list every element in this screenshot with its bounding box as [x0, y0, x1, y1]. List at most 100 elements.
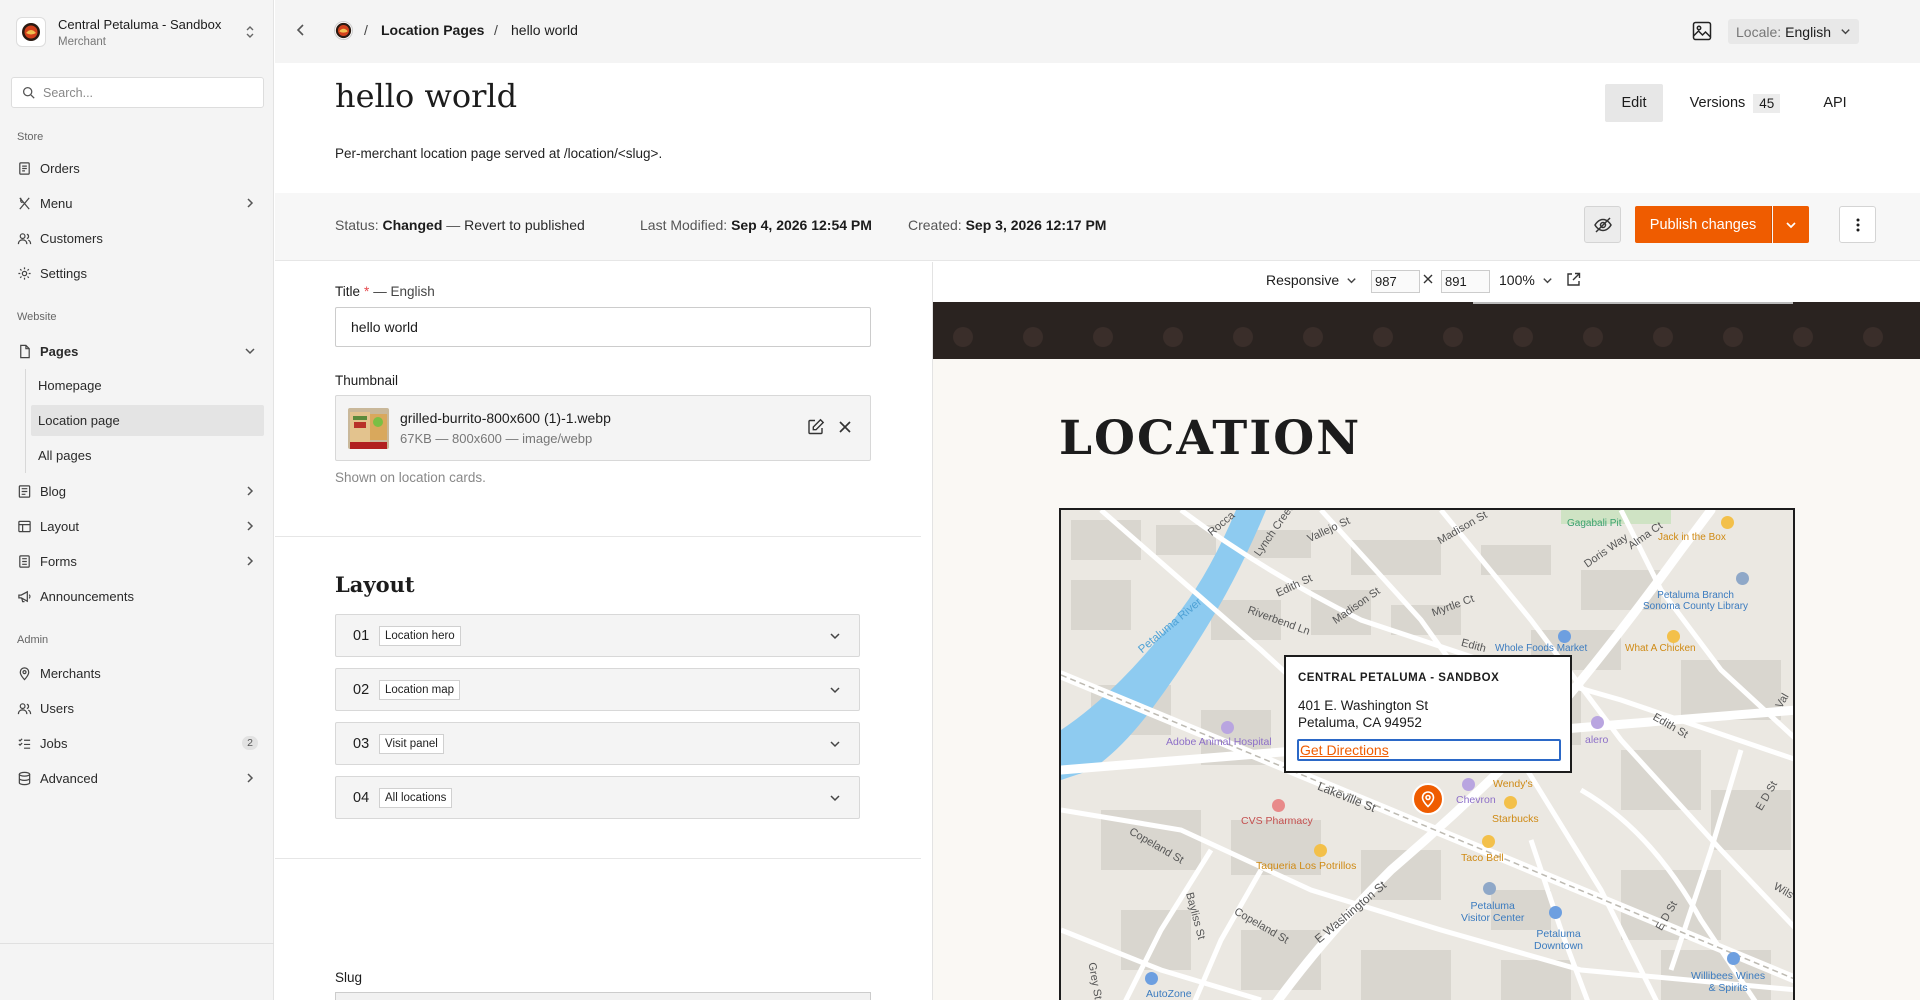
times-icon	[1423, 274, 1433, 284]
poi-marker	[1591, 716, 1604, 729]
title-input[interactable]	[335, 307, 871, 347]
sidebar-item-merchants[interactable]: Merchants	[17, 658, 264, 688]
page-title: hello world	[335, 77, 518, 115]
poi-marker	[1145, 972, 1158, 985]
viewport-value: Responsive	[1266, 272, 1340, 288]
viewport-select[interactable]: Responsive	[1266, 272, 1358, 288]
map-label: Gagabali Pit	[1567, 518, 1622, 529]
sidebar-item-customers[interactable]: Customers	[17, 223, 264, 253]
locale-label: Locale:	[1736, 23, 1782, 40]
sidebar-item-orders[interactable]: Orders	[17, 153, 264, 183]
layout-block-row[interactable]: 02 Location map	[335, 668, 860, 711]
sidebar-item-label: Advanced	[40, 770, 98, 786]
sidebar-item-label: Jobs	[40, 735, 68, 751]
file-icon	[20, 344, 30, 358]
thumbnail-filename: grilled-burrito-800x600 (1)-1.webp	[400, 410, 611, 426]
map-label: Willibees Wines & Spirits	[1691, 970, 1766, 994]
status-bar: Status: Changed — Revert to published La…	[275, 193, 1920, 261]
list-checks-icon	[18, 737, 31, 749]
block-number: 01	[353, 627, 370, 644]
poi-marker	[1504, 796, 1517, 809]
sidebar-item-location-page[interactable]: Location page	[31, 405, 264, 436]
title-field-label: Title * — English	[335, 284, 435, 299]
zoom-select[interactable]: 100%	[1499, 272, 1554, 288]
image-icon[interactable]	[1691, 20, 1713, 42]
more-actions-button[interactable]	[1839, 206, 1876, 243]
poi-marker	[1736, 572, 1749, 585]
sidebar-item-jobs[interactable]: Jobs 2	[17, 728, 264, 758]
sidebar-item-layout[interactable]: Layout	[17, 511, 264, 541]
store-switcher[interactable]: Central Petaluma - Sandbox Merchant	[16, 14, 258, 50]
sidebar-item-blog[interactable]: Blog	[17, 476, 264, 506]
block-number: 03	[353, 735, 370, 752]
preview-toggle-button[interactable]	[1584, 206, 1621, 243]
sidebar-item-settings[interactable]: Settings	[17, 258, 264, 288]
poi-marker	[1462, 778, 1475, 791]
viewport-height-input[interactable]	[1441, 270, 1490, 293]
close-icon[interactable]	[837, 419, 853, 435]
layout-icon	[18, 520, 31, 532]
map-label: Chevron	[1456, 794, 1496, 806]
publish-options-button[interactable]	[1773, 206, 1809, 243]
back-arrow-icon[interactable]	[293, 22, 309, 38]
sidebar-item-pages[interactable]: Pages	[17, 336, 264, 366]
revert-link[interactable]: Revert to published	[464, 217, 585, 233]
sidebar-item-label: Blog	[40, 483, 67, 499]
block-number: 02	[353, 681, 370, 698]
map-pin-icon	[1421, 791, 1435, 808]
edit-icon[interactable]	[807, 418, 825, 436]
utensils-icon	[19, 196, 30, 210]
viewport-width-input[interactable]	[1371, 270, 1420, 293]
publish-changes-button[interactable]: Publish changes	[1635, 206, 1772, 243]
block-name: All locations	[379, 787, 453, 808]
poi-marker	[1727, 952, 1740, 965]
sidebar-item-users[interactable]: Users	[17, 693, 264, 723]
slug-input[interactable]	[335, 992, 871, 1000]
created-label: Created:	[908, 217, 962, 233]
store-logo	[16, 17, 46, 47]
popup-address-line2: Petaluma, CA 94952	[1298, 715, 1422, 730]
breadcrumb-separator: /	[494, 22, 498, 38]
map-label: Wendy's	[1493, 778, 1533, 790]
tab-edit[interactable]: Edit	[1605, 84, 1663, 122]
get-directions-link[interactable]: Get Directions	[1297, 739, 1561, 761]
sidebar-item-forms[interactable]: Forms	[17, 546, 264, 576]
site-header-band	[933, 302, 1920, 359]
eye-off-icon	[1593, 216, 1612, 233]
last-modified: Last Modified: Sep 4, 2026 12:54 PM	[640, 217, 872, 233]
store-map-pin[interactable]	[1412, 783, 1444, 815]
block-number: 04	[353, 789, 370, 806]
sidebar-item-all-pages[interactable]: All pages	[31, 440, 264, 471]
search-box[interactable]	[11, 77, 264, 108]
sidebar-item-label: Pages	[40, 343, 79, 359]
created-value: Sep 3, 2026 12:17 PM	[965, 217, 1107, 233]
sidebar-item-label: Announcements	[40, 588, 134, 604]
more-vertical-icon	[1856, 218, 1859, 231]
sidebar-item-homepage[interactable]: Homepage	[31, 370, 264, 401]
sidebar-item-announcements[interactable]: Announcements	[17, 581, 264, 611]
poi-marker	[1482, 835, 1495, 848]
subnav-line	[25, 369, 26, 473]
tab-api[interactable]: API	[1819, 84, 1851, 122]
title-label: Title	[335, 284, 361, 299]
poi-marker	[1667, 630, 1680, 643]
chevron-right-icon	[247, 521, 254, 531]
location-map[interactable]: Rocca Lynch Creek Vallejo St Madison St …	[1059, 508, 1795, 1000]
preview-pane: Responsive 100% LOCATION	[933, 262, 1920, 1000]
layout-block-row[interactable]: 01 Location hero	[335, 614, 860, 657]
locale-select[interactable]: Locale: English	[1728, 19, 1859, 44]
sidebar-item-advanced[interactable]: Advanced	[17, 763, 264, 793]
layout-block-row[interactable]: 03 Visit panel	[335, 722, 860, 765]
section-label-admin: Admin	[17, 634, 49, 646]
breadcrumb-current: hello world	[511, 22, 578, 38]
breadcrumb-store-logo[interactable]	[334, 21, 353, 40]
sidebar: Central Petaluma - Sandbox Merchant Stor…	[0, 0, 274, 1000]
sidebar-item-menu[interactable]: Menu	[17, 188, 264, 218]
external-link-icon[interactable]	[1565, 271, 1582, 288]
preview-toolbar: Responsive 100%	[933, 262, 1920, 302]
search-input[interactable]	[43, 85, 243, 100]
map-label: Petaluma Branch Sonoma County Library	[1643, 590, 1749, 612]
breadcrumb-location-pages[interactable]: Location Pages	[381, 22, 484, 38]
layout-block-row[interactable]: 04 All locations	[335, 776, 860, 819]
tab-versions[interactable]: Versions 45	[1685, 84, 1785, 122]
